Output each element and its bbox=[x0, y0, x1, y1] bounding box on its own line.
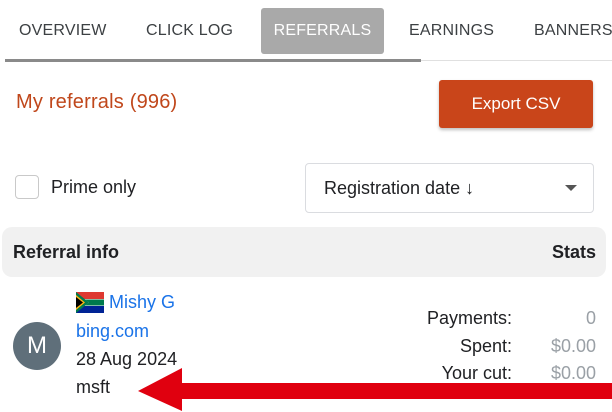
tab-overview[interactable]: OVERVIEW bbox=[19, 8, 107, 54]
prime-only-label[interactable]: Prime only bbox=[51, 177, 136, 198]
tab-banners[interactable]: BANNERS bbox=[534, 8, 612, 54]
sort-select-value: Registration date ↓ bbox=[324, 178, 475, 198]
stat-value-payments: 0 bbox=[585, 308, 596, 328]
referral-source-link[interactable]: bing.com bbox=[76, 321, 149, 342]
column-header-stats: Stats bbox=[551, 242, 596, 262]
tab-bar: OVERVIEW CLICK LOG REFERRALS EARNINGS BA… bbox=[0, 0, 612, 62]
table-header: Referral info Stats bbox=[2, 227, 606, 277]
referral-tag: msft bbox=[76, 377, 110, 397]
prime-only-checkbox[interactable] bbox=[15, 175, 39, 199]
south-africa-flag-icon bbox=[76, 292, 104, 313]
caret-down-icon bbox=[565, 185, 577, 191]
stat-value-spent: $0.00 bbox=[550, 336, 596, 356]
tab-divider bbox=[421, 60, 612, 61]
page-title: My referrals (996) bbox=[16, 91, 178, 113]
export-csv-button[interactable]: Export CSV bbox=[439, 80, 593, 128]
stat-label-payments: Payments: bbox=[426, 308, 512, 328]
tab-earnings[interactable]: EARNINGS bbox=[409, 8, 494, 54]
sort-select[interactable]: Registration date ↓ bbox=[305, 163, 594, 213]
tab-referrals[interactable]: REFERRALS bbox=[261, 8, 384, 54]
tab-underline bbox=[5, 59, 421, 62]
column-header-referral-info: Referral info bbox=[13, 242, 120, 262]
red-arrow-icon bbox=[138, 368, 612, 411]
tab-click-log[interactable]: CLICK LOG bbox=[146, 8, 233, 54]
stat-label-spent: Spent: bbox=[459, 336, 512, 356]
avatar: M bbox=[13, 322, 61, 370]
referral-name-link[interactable]: Mishy G bbox=[109, 292, 175, 313]
